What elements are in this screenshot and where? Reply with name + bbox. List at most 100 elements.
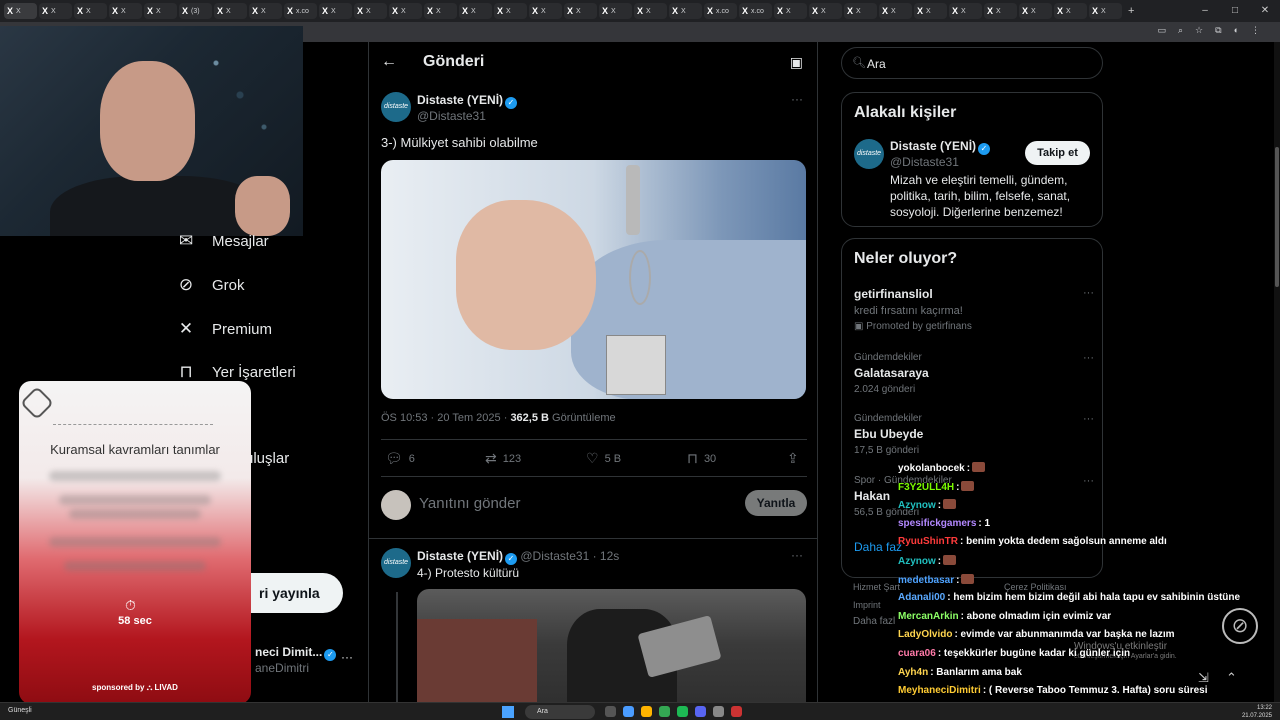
chat-toggle-icon[interactable]: ⇲	[1198, 670, 1209, 686]
browser-tab[interactable]: Xx.co	[739, 3, 772, 19]
sidebar-item-grok[interactable]: ⊘ Grok	[176, 275, 245, 295]
browser-tab[interactable]: X (3)	[179, 3, 212, 19]
app-icon[interactable]	[623, 706, 634, 717]
reader-mode-icon[interactable]: ▣	[790, 54, 803, 71]
browser-tab[interactable]: XX	[914, 3, 947, 19]
author-name[interactable]: Distaste (YENİ) ✓	[417, 93, 518, 109]
trend-more-icon[interactable]: ···	[1083, 352, 1094, 364]
spotify-icon[interactable]	[677, 706, 688, 717]
obs-icon[interactable]	[713, 706, 724, 717]
bookmark-stat[interactable]: ⊓ 30	[687, 450, 716, 467]
footer-terms-link[interactable]: Hizmet Şart	[853, 582, 900, 592]
footer-more-link[interactable]: Daha fazl	[853, 616, 895, 627]
browser-tab[interactable]: XX	[389, 3, 422, 19]
discord-icon[interactable]	[695, 706, 706, 717]
chat-username[interactable]: Azynow	[898, 500, 936, 511]
chat-username[interactable]: MeyhaneciDimitri	[898, 685, 981, 696]
new-tab-icon[interactable]: +	[1128, 5, 1134, 17]
browser-tab[interactable]: XX	[424, 3, 457, 19]
browser-tab[interactable]: XX	[319, 3, 352, 19]
tweet-image[interactable]	[417, 589, 806, 720]
browser-tab[interactable]: XX	[564, 3, 597, 19]
related-handle[interactable]: @Distaste31	[890, 155, 959, 169]
back-arrow-icon[interactable]: ←	[381, 53, 397, 71]
follow-button[interactable]: Takip et	[1025, 141, 1090, 165]
browser-tab[interactable]: XX	[1054, 3, 1087, 19]
trend-more-icon[interactable]: ···	[1083, 287, 1094, 299]
task-view-icon[interactable]	[605, 706, 616, 717]
reply-input[interactable]: Yanıtını gönder	[419, 495, 520, 512]
weather-widget[interactable]: Güneşli	[8, 707, 32, 714]
trend-more-icon[interactable]: ···	[1083, 413, 1094, 425]
browser-tab[interactable]: XX	[809, 3, 842, 19]
author-avatar[interactable]: distaste	[381, 548, 411, 578]
chat-username[interactable]: Adanali00	[898, 592, 945, 603]
promoted-trend[interactable]: getirfinansliol kredi fırsatını kaçırma!…	[854, 287, 1094, 332]
browser-tab[interactable]: XX	[249, 3, 282, 19]
browser-tab[interactable]: XX	[634, 3, 667, 19]
browser-tab[interactable]: XX	[39, 3, 72, 19]
tweet-time[interactable]: ÖS 10:53 · 20 Tem 2025 ·	[381, 412, 507, 424]
chrome-icon[interactable]	[659, 706, 670, 717]
browser-tab[interactable]: XX	[1019, 3, 1052, 19]
bookmark-star-icon[interactable]: ☆	[1195, 25, 1203, 36]
chat-username[interactable]: yokolanbocek	[898, 463, 965, 474]
author-avatar[interactable]: distaste	[381, 92, 411, 122]
profile-icon[interactable]: ◐	[1234, 25, 1239, 36]
browser-tab[interactable]: XX	[144, 3, 177, 19]
tweet-image[interactable]	[381, 160, 806, 399]
browser-tab[interactable]: XX	[459, 3, 492, 19]
browser-tab[interactable]: XX	[1089, 3, 1122, 19]
page-scrollbar[interactable]	[1274, 42, 1280, 720]
retweet-stat[interactable]: ⇄ 123	[485, 450, 521, 467]
browser-tab[interactable]: XX	[879, 3, 912, 19]
windows-start-icon[interactable]	[502, 706, 514, 718]
chat-username[interactable]: spesifickgamers	[898, 518, 976, 529]
search-input[interactable]: Ara	[867, 57, 886, 71]
browser-tab[interactable]: XX	[529, 3, 562, 19]
trend-item[interactable]: Gündemdekiler Ebu Ubeyde 17,5 B gönderi …	[854, 413, 1094, 456]
related-avatar[interactable]: distaste	[854, 139, 884, 169]
browser-tab[interactable]: XX	[984, 3, 1017, 19]
sidebar-item-bookmarks[interactable]: ⊓ Yer İşaretleri	[176, 362, 295, 382]
browser-tab[interactable]: XX	[4, 3, 37, 19]
menu-icon[interactable]: ⋮	[1251, 25, 1260, 36]
share-stat[interactable]: ⇪	[787, 450, 799, 467]
chat-username[interactable]: Azynow	[898, 556, 936, 567]
browser-tab[interactable]: XX	[109, 3, 142, 19]
browser-tab[interactable]: XX	[599, 3, 632, 19]
chat-username[interactable]: F3Y2ULL4H	[898, 482, 954, 493]
link-icon[interactable]: ⊘	[1222, 608, 1258, 644]
browser-tab[interactable]: Xx.co	[284, 3, 317, 19]
browser-tab[interactable]: XX	[354, 3, 387, 19]
search-box[interactable]: 🔍︎ Ara	[841, 47, 1103, 79]
tweet-more-icon[interactable]: ···	[791, 92, 803, 106]
sidebar-item-messages[interactable]: ✉ Mesajlar	[176, 231, 269, 251]
sidebar-profile[interactable]: neci Dimit... ✓ aneDimitri ···	[255, 645, 353, 675]
footer-imprint-link[interactable]: Imprint	[853, 600, 881, 610]
reply-stat[interactable]: 💬︎ 6	[385, 450, 415, 467]
profile-more-icon[interactable]: ···	[341, 650, 353, 664]
browser-tab[interactable]: Xx.co	[704, 3, 737, 19]
chat-username[interactable]: cuara06	[898, 648, 936, 659]
chat-username[interactable]: MercanArkin	[898, 611, 959, 622]
browser-tab[interactable]: XX	[669, 3, 702, 19]
zoom-icon[interactable]: ⌕	[1178, 25, 1183, 36]
author-name[interactable]: Distaste (YENİ) ✓ @Distaste31 · 12s	[417, 549, 619, 565]
chat-username[interactable]: LadyOlvido	[898, 629, 952, 640]
maximize-icon[interactable]: □	[1220, 0, 1250, 22]
reply-button[interactable]: Yanıtla	[745, 490, 807, 516]
minimize-icon[interactable]: –	[1190, 0, 1220, 22]
author-handle[interactable]: @Distaste31	[417, 109, 486, 123]
tweet-more-icon[interactable]: ···	[791, 548, 803, 562]
browser-tab[interactable]: XX	[774, 3, 807, 19]
sidebar-item-premium[interactable]: ✕ Premium	[176, 319, 272, 339]
taskbar-search[interactable]: Ara	[525, 705, 595, 719]
browser-tab[interactable]: XX	[949, 3, 982, 19]
extensions-icon[interactable]: ⧉	[1215, 25, 1221, 36]
browser-tab[interactable]: XX	[74, 3, 107, 19]
browser-tab[interactable]: XX	[494, 3, 527, 19]
trend-item[interactable]: Gündemdekiler Galatasaraya 2.024 gönderi…	[854, 352, 1094, 395]
taskbar-clock[interactable]: 13:22 21.07.2025	[1242, 704, 1272, 720]
like-stat[interactable]: ♡ 5 B	[586, 450, 621, 467]
